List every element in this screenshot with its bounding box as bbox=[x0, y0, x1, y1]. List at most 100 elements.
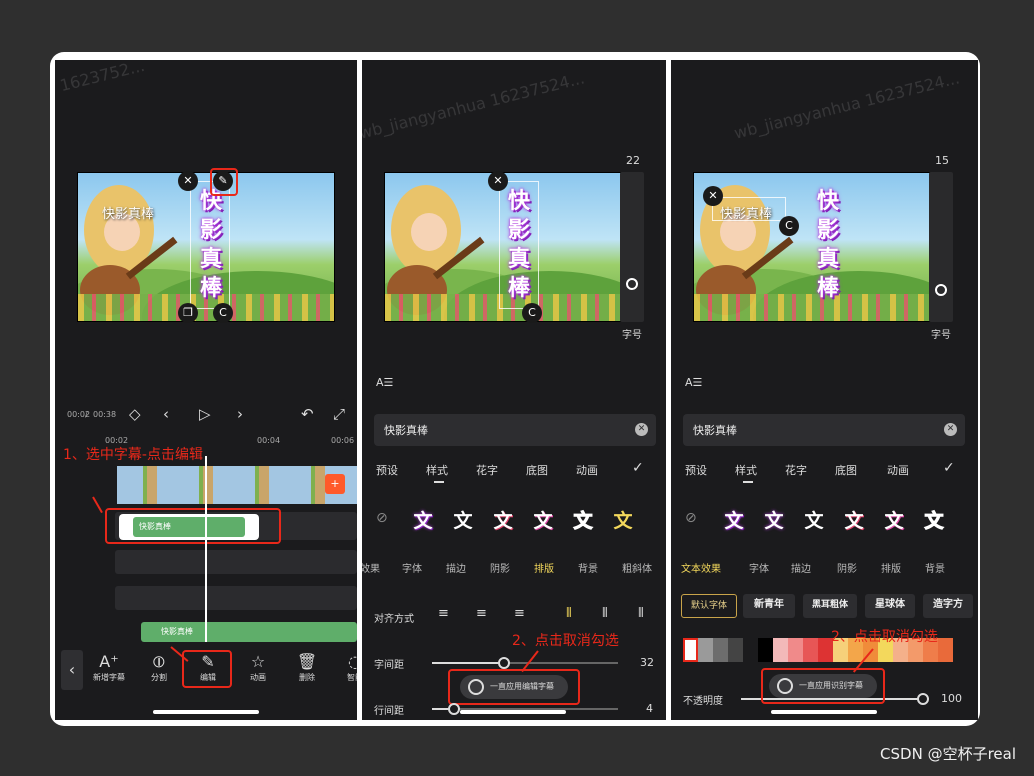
tool-add-subtitle[interactable]: A⁺ 新增字幕 bbox=[87, 652, 131, 683]
caption-text[interactable]: 快影真棒 bbox=[102, 203, 154, 222]
rotate-icon[interactable]: C bbox=[213, 303, 233, 323]
video-preview[interactable]: 快影 真棒 bbox=[384, 172, 622, 322]
subtab-layout[interactable]: 排版 bbox=[881, 560, 901, 575]
subtab-background[interactable]: 背景 bbox=[925, 560, 945, 575]
font-size-slider[interactable] bbox=[929, 172, 953, 322]
font-option[interactable]: 黑耳粗体 bbox=[803, 594, 857, 618]
style-preset[interactable]: 文 bbox=[570, 506, 596, 533]
subtab-stroke[interactable]: 描边 bbox=[446, 560, 466, 575]
vertical-caption[interactable]: 快影 真棒 bbox=[813, 187, 843, 303]
highlight-apply-toggle bbox=[448, 669, 580, 705]
tab-animation[interactable]: 动画 bbox=[576, 462, 598, 478]
keyframe-icon[interactable]: ◇ bbox=[129, 405, 141, 423]
panel-text-effect: wb_jiangyanhua 16237524... 快影真棒 快影 真棒 ✕ … bbox=[671, 60, 978, 720]
align-vtop-icon[interactable]: ⦀ bbox=[566, 606, 572, 621]
home-indicator bbox=[771, 710, 877, 714]
prev-icon[interactable]: ‹ bbox=[163, 405, 169, 423]
style-preset[interactable]: 文 bbox=[610, 506, 636, 533]
keyboard-icon[interactable]: A☰ bbox=[376, 376, 393, 389]
align-center-icon[interactable]: ≡ bbox=[476, 606, 487, 621]
tool-animation[interactable]: ☆ 动画 bbox=[236, 652, 280, 683]
subtitle-text-input[interactable]: 快影真棒 ✕ bbox=[683, 414, 965, 446]
subtitle-text-input[interactable]: 快影真棒 ✕ bbox=[374, 414, 656, 446]
close-icon[interactable]: ✕ bbox=[703, 186, 723, 206]
subtab-font[interactable]: 字体 bbox=[402, 560, 422, 575]
confirm-check-icon[interactable]: ✓ bbox=[943, 460, 955, 476]
style-preset[interactable]: 文 bbox=[721, 506, 747, 533]
subtab-bold-italic[interactable]: 粗斜体 bbox=[622, 560, 652, 575]
csdn-watermark: CSDN @空杯子real bbox=[880, 745, 1016, 763]
tab-preset[interactable]: 预设 bbox=[376, 462, 398, 478]
style-preset[interactable]: 文 bbox=[921, 506, 947, 533]
empty-track[interactable] bbox=[115, 586, 357, 610]
no-style-icon[interactable]: ⊘ bbox=[376, 510, 388, 526]
playhead[interactable] bbox=[205, 456, 207, 646]
subtab-background[interactable]: 背景 bbox=[578, 560, 598, 575]
rotate-icon[interactable]: C bbox=[779, 216, 799, 236]
style-preset[interactable]: 文 bbox=[450, 506, 476, 533]
tool-smart[interactable]: ◌智能 bbox=[333, 652, 357, 683]
line-spacing-value: 4 bbox=[646, 702, 653, 715]
highlight-apply-toggle bbox=[761, 668, 885, 704]
fullscreen-icon[interactable]: ⤢ bbox=[333, 405, 345, 423]
tab-animation[interactable]: 动画 bbox=[887, 462, 909, 478]
undo-icon[interactable]: ↶ bbox=[301, 405, 314, 423]
video-preview[interactable]: 快影真棒 快影 真棒 bbox=[693, 172, 931, 322]
style-preset[interactable]: 文 bbox=[530, 506, 556, 533]
subtab-layout[interactable]: 排版 bbox=[534, 560, 554, 575]
style-preset[interactable]: 文 bbox=[410, 506, 436, 533]
font-size-label: 字号 bbox=[931, 330, 951, 341]
caption-selection-box bbox=[499, 181, 539, 309]
close-icon[interactable]: ✕ bbox=[488, 171, 508, 191]
font-size-slider[interactable] bbox=[620, 172, 644, 322]
tab-style[interactable]: 样式 bbox=[426, 462, 448, 478]
style-preset[interactable]: 文 bbox=[801, 506, 827, 533]
highlight-edit-tool bbox=[182, 650, 232, 688]
style-preset[interactable]: 文 bbox=[761, 506, 787, 533]
play-icon[interactable]: ▷ bbox=[199, 405, 211, 423]
video-preview[interactable]: 快影真棒 快影 真棒 bbox=[77, 172, 335, 322]
tab-style[interactable]: 样式 bbox=[735, 462, 757, 478]
subtab-effect[interactable]: 效果 bbox=[362, 560, 380, 575]
align-left-icon[interactable]: ≡ bbox=[438, 606, 449, 621]
tab-fancy-text[interactable]: 花字 bbox=[785, 462, 807, 478]
align-vbottom-icon[interactable]: ⦀ bbox=[638, 606, 644, 621]
opacity-label: 不透明度 bbox=[683, 696, 723, 707]
add-clip-icon[interactable]: + bbox=[325, 474, 345, 494]
back-icon[interactable]: ‹ bbox=[61, 650, 83, 690]
tool-delete[interactable]: 🗑 删除 bbox=[285, 652, 329, 683]
style-preset[interactable]: 文 bbox=[841, 506, 867, 533]
no-style-icon[interactable]: ⊘ bbox=[685, 510, 697, 526]
tab-preset[interactable]: 预设 bbox=[685, 462, 707, 478]
tab-fancy-text[interactable]: 花字 bbox=[476, 462, 498, 478]
subtab-shadow[interactable]: 阴影 bbox=[837, 560, 857, 575]
rotate-icon[interactable]: C bbox=[522, 303, 542, 323]
keyboard-icon[interactable]: A☰ bbox=[685, 376, 702, 389]
caption-selection-box bbox=[712, 197, 786, 221]
subtab-font[interactable]: 字体 bbox=[749, 560, 769, 575]
style-preset[interactable]: 文 bbox=[881, 506, 907, 533]
align-vmid-icon[interactable]: ⦀ bbox=[602, 606, 608, 621]
confirm-check-icon[interactable]: ✓ bbox=[632, 460, 644, 476]
subtab-stroke[interactable]: 描边 bbox=[791, 560, 811, 575]
auto-subtitle-clip[interactable]: 快影真棒 bbox=[141, 622, 357, 642]
letter-spacing-slider[interactable] bbox=[432, 657, 618, 669]
font-default[interactable]: 默认字体 bbox=[681, 594, 737, 618]
subtab-text-effect[interactable]: 文本效果 bbox=[681, 560, 721, 575]
subtab-shadow[interactable]: 阴影 bbox=[490, 560, 510, 575]
copy-icon[interactable]: ❐ bbox=[178, 303, 198, 323]
align-label: 对齐方式 bbox=[374, 614, 414, 625]
tool-split[interactable]: ⦶ 分割 bbox=[137, 652, 181, 683]
next-icon[interactable]: › bbox=[237, 405, 243, 423]
style-preset[interactable]: 文 bbox=[490, 506, 516, 533]
empty-track[interactable] bbox=[115, 550, 357, 574]
font-option[interactable]: 造字方 bbox=[923, 594, 973, 618]
font-size-value: 15 bbox=[935, 154, 949, 167]
tab-background[interactable]: 底图 bbox=[526, 462, 548, 478]
align-right-icon[interactable]: ≡ bbox=[514, 606, 525, 621]
font-option[interactable]: 新青年 bbox=[743, 594, 795, 618]
font-option[interactable]: 星球体 bbox=[865, 594, 915, 618]
video-track[interactable] bbox=[117, 466, 357, 504]
tab-background[interactable]: 底图 bbox=[835, 462, 857, 478]
close-icon[interactable]: ✕ bbox=[178, 171, 198, 191]
